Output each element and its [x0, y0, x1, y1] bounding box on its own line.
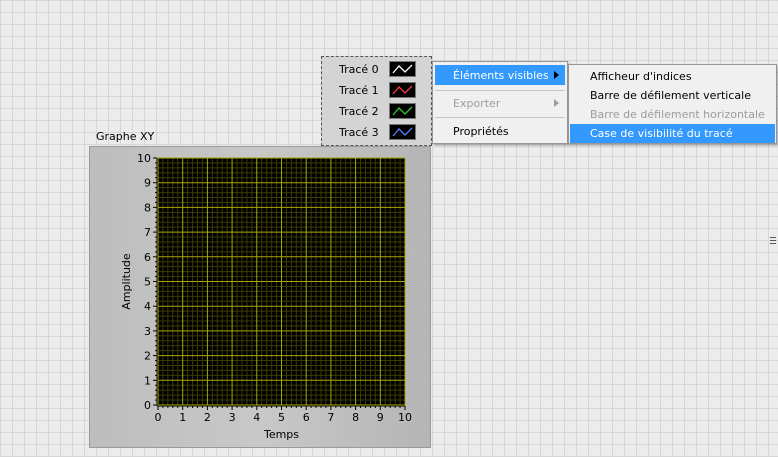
legend-label: Tracé 0	[339, 63, 379, 76]
y-tick-label: 0	[144, 399, 151, 412]
x-tick-label: 10	[398, 411, 412, 424]
submenu-arrow-icon	[554, 71, 559, 79]
submenu-item-label: Afficheur d'indices	[590, 70, 692, 83]
plot-line-swatch-icon[interactable]	[389, 124, 416, 140]
x-tick-label: 8	[352, 411, 359, 424]
legend-item[interactable]: Tracé 1	[322, 80, 433, 100]
x-tick-label: 6	[303, 411, 310, 424]
y-tick-label: 1	[144, 374, 151, 387]
visible-items-submenu[interactable]: Afficheur d'indices Barre de défilement …	[568, 64, 777, 144]
xy-graph[interactable]: 0 1 2 3 4 5 6 7 8 9 10 0 1 2 3 4 5 6 7 8 9 10 Temps Amplitude	[89, 146, 431, 448]
splitter-grip-icon[interactable]	[770, 237, 776, 244]
submenu-item-label: Barre de défilement horizontale	[590, 108, 765, 121]
plot-line-swatch-icon[interactable]	[389, 61, 416, 77]
y-tick-label: 10	[137, 152, 151, 165]
y-tick-label: 4	[144, 300, 151, 313]
menu-item-visible-items[interactable]: Éléments visibles	[435, 65, 565, 85]
x-tick-label: 9	[377, 411, 384, 424]
y-tick-label: 8	[144, 201, 151, 214]
legend-item[interactable]: Tracé 2	[322, 101, 433, 121]
submenu-arrow-icon	[554, 99, 559, 107]
menu-item-label: Éléments visibles	[453, 69, 549, 82]
legend-label: Tracé 3	[339, 126, 379, 139]
y-axis-label: Amplitude	[120, 253, 133, 310]
context-menu[interactable]: Éléments visibles Exporter Propriétés	[432, 61, 568, 144]
submenu-item-plot-visibility-checkbox[interactable]: Case de visibilité du tracé	[570, 124, 775, 143]
legend-item[interactable]: Tracé 0	[322, 59, 433, 79]
submenu-item-horizontal-scrollbar[interactable]: Barre de défilement horizontale	[570, 105, 775, 124]
x-tick-label: 7	[327, 411, 334, 424]
x-tick-label: 1	[179, 411, 186, 424]
plot-line-swatch-icon[interactable]	[389, 82, 416, 98]
y-tick-label: 3	[144, 325, 151, 338]
submenu-item-index-display[interactable]: Afficheur d'indices	[570, 67, 775, 86]
menu-item-label: Propriétés	[453, 125, 509, 138]
y-tick-label: 2	[144, 350, 151, 363]
plot-line-swatch-icon[interactable]	[389, 103, 416, 119]
y-tick-label: 9	[144, 177, 151, 190]
x-tick-label: 2	[204, 411, 211, 424]
menu-item-export[interactable]: Exporter	[435, 93, 565, 113]
legend-label: Tracé 2	[339, 105, 379, 118]
y-tick-label: 7	[144, 226, 151, 239]
y-tick-label: 6	[144, 251, 151, 264]
legend-item[interactable]: Tracé 3	[322, 122, 433, 142]
submenu-item-label: Case de visibilité du tracé	[590, 127, 733, 140]
x-tick-label: 5	[278, 411, 285, 424]
y-tick-label: 5	[144, 276, 151, 289]
menu-separator	[435, 90, 565, 91]
plot-legend[interactable]: Tracé 0 Tracé 1 Tracé 2 Tracé 3	[321, 56, 432, 146]
submenu-item-label: Barre de défilement verticale	[590, 89, 751, 102]
menu-item-label: Exporter	[453, 97, 501, 110]
menu-separator	[435, 117, 565, 118]
submenu-item-vertical-scrollbar[interactable]: Barre de défilement verticale	[570, 86, 775, 105]
graph-title: Graphe XY	[96, 130, 155, 143]
x-axis-label: Temps	[263, 428, 299, 441]
x-tick-label: 0	[155, 411, 162, 424]
menu-item-properties[interactable]: Propriétés	[435, 121, 565, 141]
legend-label: Tracé 1	[339, 84, 379, 97]
x-tick-label: 4	[253, 411, 260, 424]
x-tick-label: 3	[229, 411, 236, 424]
